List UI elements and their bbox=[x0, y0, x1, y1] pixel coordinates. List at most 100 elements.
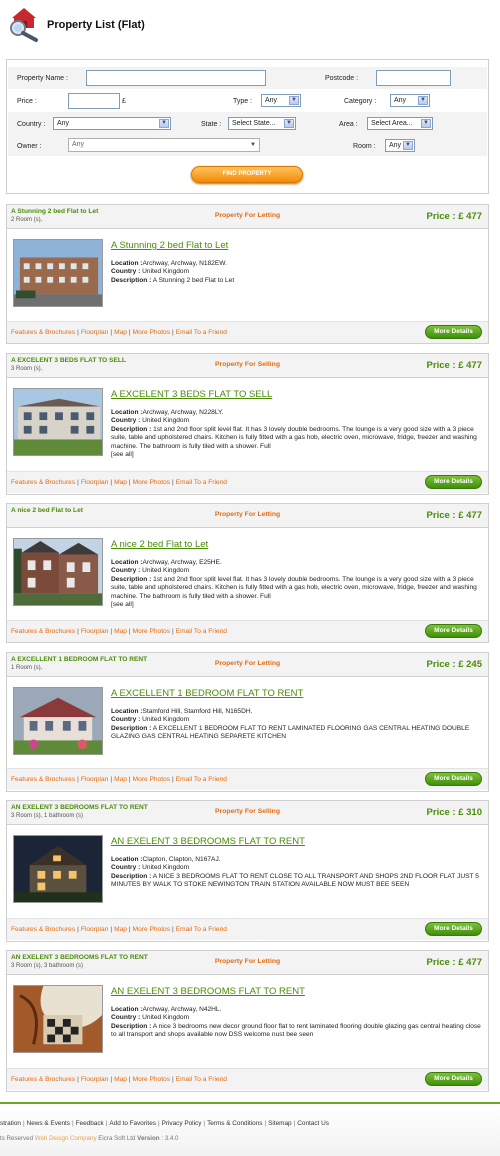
card-link-3[interactable]: More Photos bbox=[133, 776, 170, 783]
description-value: A nice 3 bedrooms new decor ground floor… bbox=[111, 1022, 481, 1039]
footer-link-5[interactable]: Terms & Conditions bbox=[207, 1120, 262, 1127]
card-listing-type: Property For Letting bbox=[214, 212, 281, 219]
page-title: Property List (Flat) bbox=[47, 19, 145, 31]
property-photo[interactable] bbox=[13, 538, 103, 606]
card-link-1[interactable]: Floorplan bbox=[81, 329, 109, 336]
company-name: Eicra Soft Ltd bbox=[98, 1135, 136, 1142]
property-photo[interactable] bbox=[13, 239, 103, 307]
footer-link-0[interactable]: stration bbox=[0, 1120, 21, 1127]
card-link-1[interactable]: Floorplan bbox=[81, 926, 109, 933]
property-photo[interactable] bbox=[13, 388, 103, 456]
card-link-1[interactable]: Floorplan bbox=[81, 776, 109, 783]
property-search-form: Property Name : Postcode : Price : £ Typ… bbox=[6, 59, 489, 194]
card-link-2[interactable]: Map bbox=[114, 776, 127, 783]
state-select[interactable]: Select State... ▼ bbox=[228, 117, 296, 130]
description-label: Description : bbox=[111, 724, 152, 732]
location-value: Archway, Archway, N42HL. bbox=[142, 1006, 222, 1013]
card-links: Features & Brochures | Floorplan | Map | More … bbox=[11, 479, 227, 486]
card-link-0[interactable]: Features & Brochures bbox=[11, 479, 75, 486]
footer-link-4[interactable]: Privacy Policy bbox=[162, 1120, 202, 1127]
card-link-1[interactable]: Floorplan bbox=[81, 1076, 109, 1083]
card-link-4[interactable]: Email To a Friend bbox=[176, 479, 227, 486]
see-all-link[interactable]: [see all] bbox=[111, 601, 483, 609]
card-link-2[interactable]: Map bbox=[114, 329, 127, 336]
footer-link-3[interactable]: Add to Favorites bbox=[109, 1120, 156, 1127]
card-link-4[interactable]: Email To a Friend bbox=[176, 628, 227, 635]
card-link-3[interactable]: More Photos bbox=[133, 926, 170, 933]
more-details-button[interactable]: More Details bbox=[425, 624, 482, 638]
property-photo[interactable] bbox=[13, 835, 103, 903]
card-link-3[interactable]: More Photos bbox=[133, 1076, 170, 1083]
owner-combo[interactable]: Any ▼ bbox=[68, 138, 260, 152]
footer-link-7[interactable]: Contact Us bbox=[297, 1120, 329, 1127]
room-select[interactable]: Any ▼ bbox=[385, 139, 415, 152]
country-label: Country : bbox=[111, 567, 141, 575]
type-select[interactable]: Any ▼ bbox=[261, 94, 301, 107]
more-details-button[interactable]: More Details bbox=[425, 922, 482, 936]
description-value: A Stunning 2 bed Flat to Let bbox=[152, 276, 235, 284]
footer-link-1[interactable]: News & Events bbox=[27, 1120, 70, 1127]
web-design-company-link[interactable]: Web Design Company bbox=[35, 1135, 97, 1142]
location-label: Location : bbox=[111, 559, 143, 566]
card-link-2[interactable]: Map bbox=[114, 628, 127, 635]
card-link-3[interactable]: More Photos bbox=[133, 329, 170, 336]
category-select[interactable]: Any ▼ bbox=[390, 94, 430, 107]
more-details-button[interactable]: More Details bbox=[425, 1072, 482, 1086]
card-links: Features & Brochures | Floorplan | Map | More … bbox=[11, 776, 227, 783]
card-footer: Features & Brochures | Floorplan | Map | More … bbox=[7, 768, 488, 790]
location-value: Clapton, Clapton, N167AJ. bbox=[142, 856, 221, 863]
card-link-0[interactable]: Features & Brochures bbox=[11, 926, 75, 933]
country-label: Country : bbox=[111, 1014, 141, 1022]
location-label: Location : bbox=[111, 260, 143, 267]
location-value: Stamford Hill, Stamford Hill, N165DH. bbox=[142, 708, 253, 715]
country-select[interactable]: Any ▼ bbox=[53, 117, 171, 130]
footer-link-2[interactable]: Feedback bbox=[76, 1120, 104, 1127]
more-details-button[interactable]: More Details bbox=[425, 325, 482, 339]
card-link-3[interactable]: More Photos bbox=[133, 479, 170, 486]
card-header: A EXCELLENT 1 BEDROOM FLAT TO RENT 1 Roo… bbox=[7, 653, 488, 677]
country-value: United Kingdom bbox=[142, 716, 190, 724]
card-link-2[interactable]: Map bbox=[114, 479, 127, 486]
footer-link-6[interactable]: Sitemap bbox=[268, 1120, 291, 1127]
more-details-button[interactable]: More Details bbox=[425, 772, 482, 786]
card-link-0[interactable]: Features & Brochures bbox=[11, 1076, 75, 1083]
see-all-link[interactable]: [see all] bbox=[111, 451, 483, 459]
card-link-1[interactable]: Floorplan bbox=[81, 628, 109, 635]
card-header: AN EXELENT 3 BEDROOMS FLAT TO RENT 3 Roo… bbox=[7, 801, 488, 825]
location-label: Location : bbox=[111, 409, 143, 416]
card-link-1[interactable]: Floorplan bbox=[81, 479, 109, 486]
card-link-4[interactable]: Email To a Friend bbox=[176, 776, 227, 783]
find-property-button[interactable]: FIND PROPERTY bbox=[191, 166, 303, 183]
property-photo[interactable] bbox=[13, 985, 103, 1053]
card-link-2[interactable]: Map bbox=[114, 926, 127, 933]
card-listing-type: Property For Letting bbox=[214, 511, 281, 518]
property-card: A EXCELLENT 1 BEDROOM FLAT TO RENT 1 Roo… bbox=[6, 652, 489, 792]
chevron-down-icon: ▼ bbox=[418, 96, 428, 105]
card-link-4[interactable]: Email To a Friend bbox=[176, 329, 227, 336]
area-select[interactable]: Select Area... ▼ bbox=[367, 117, 433, 130]
card-link-0[interactable]: Features & Brochures bbox=[11, 628, 75, 635]
card-link-2[interactable]: Map bbox=[114, 1076, 127, 1083]
card-heading-link[interactable]: A Stunning 2 bed Flat to Let bbox=[111, 240, 228, 251]
description-label: Description : bbox=[111, 872, 152, 880]
card-link-3[interactable]: More Photos bbox=[133, 628, 170, 635]
card-heading-link[interactable]: A EXCELLENT 1 BEDROOM FLAT TO RENT bbox=[111, 688, 303, 699]
card-heading-link[interactable]: AN EXELENT 3 BEDROOMS FLAT TO RENT bbox=[111, 986, 305, 997]
price-input[interactable] bbox=[68, 93, 120, 109]
property-photo[interactable] bbox=[13, 687, 103, 755]
property-card: A Stunning 2 bed Flat to Let 2 Room (s),… bbox=[6, 204, 489, 344]
card-link-4[interactable]: Email To a Friend bbox=[176, 926, 227, 933]
card-link-0[interactable]: Features & Brochures bbox=[11, 776, 75, 783]
more-details-button[interactable]: More Details bbox=[425, 475, 482, 489]
card-heading-link[interactable]: A EXCELENT 3 BEDS FLAT TO SELL bbox=[111, 389, 272, 400]
card-heading-link[interactable]: AN EXELENT 3 BEDROOMS FLAT TO RENT bbox=[111, 836, 305, 847]
card-link-0[interactable]: Features & Brochures bbox=[11, 329, 75, 336]
copyright-text: ts Reserved bbox=[0, 1135, 34, 1142]
area-label: Area : bbox=[339, 121, 358, 128]
card-link-4[interactable]: Email To a Friend bbox=[176, 1076, 227, 1083]
postcode-input[interactable] bbox=[376, 70, 451, 86]
property-name-input[interactable] bbox=[86, 70, 266, 86]
card-links: Features & Brochures | Floorplan | Map | More … bbox=[11, 329, 227, 336]
type-label: Type : bbox=[233, 98, 253, 105]
card-heading-link[interactable]: A nice 2 bed Flat to Let bbox=[111, 539, 208, 550]
